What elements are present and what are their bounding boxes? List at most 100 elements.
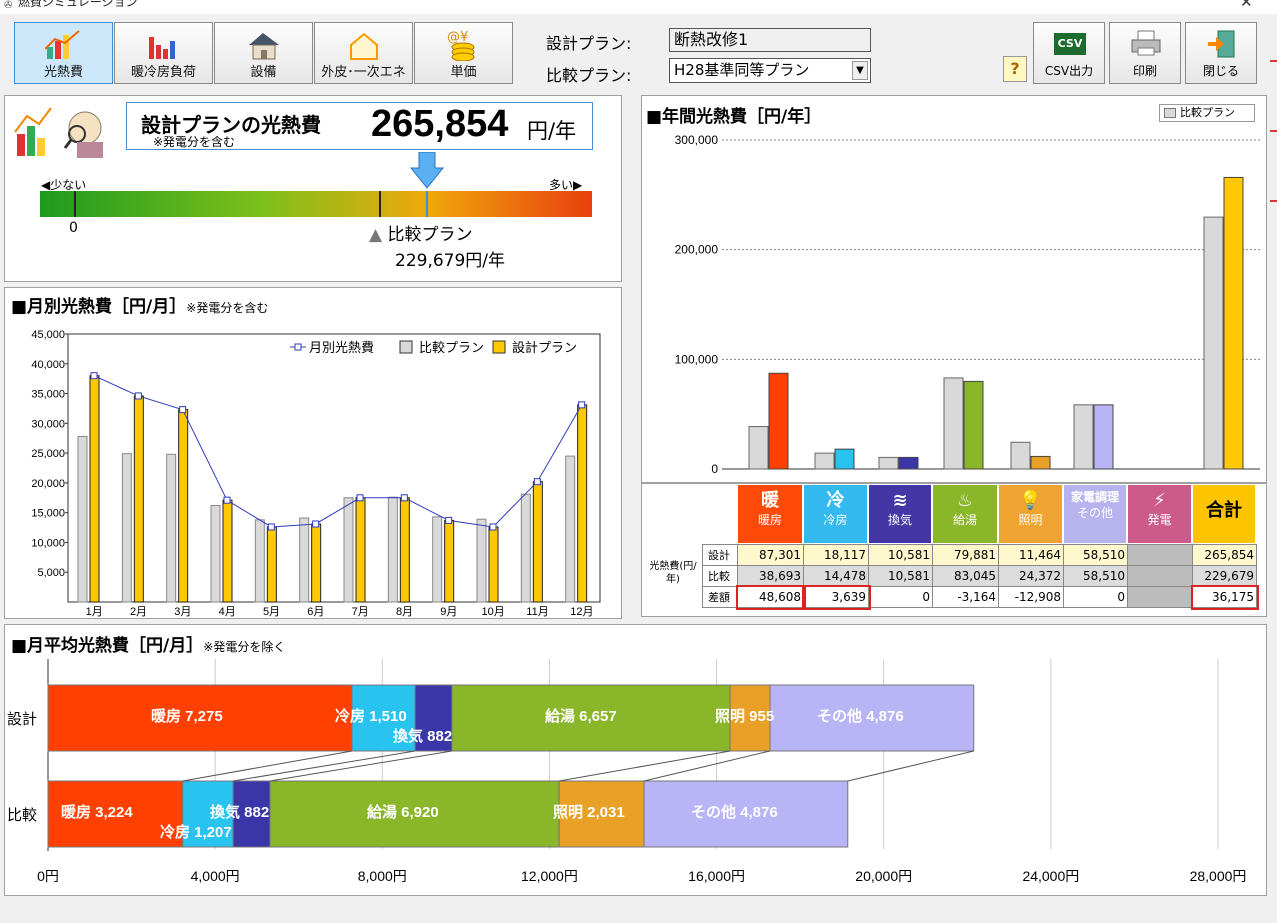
- tab-label: 外皮･一次エネ: [321, 65, 406, 80]
- summary-box: 設計プランの光熱費 ※発電分を含む 265,854 円/年: [126, 102, 593, 150]
- annual-legend: 比較プラン: [1159, 104, 1255, 122]
- tab-danreibo[interactable]: 暖冷房負荷: [114, 22, 213, 84]
- x-tick-label: 16,000円: [688, 868, 745, 884]
- tab-label: 暖冷房負荷: [130, 65, 196, 80]
- segment-label: 冷房 1,207: [160, 823, 232, 841]
- series-point: [578, 401, 586, 409]
- category-冷房: 冷冷房: [803, 484, 868, 544]
- close-window-icon[interactable]: ✕: [1240, 0, 1253, 10]
- bar-design: [266, 526, 277, 603]
- category-icon: 合計: [1206, 500, 1242, 521]
- print-button[interactable]: 印刷: [1109, 22, 1181, 84]
- row-label: 比較: [7, 806, 37, 824]
- bar-compare: [77, 435, 88, 603]
- category-label: 換気: [887, 513, 912, 527]
- bar-design: [532, 481, 543, 603]
- segment-label: 給湯 6,657: [545, 707, 617, 725]
- bar-design: [1030, 455, 1051, 470]
- tab-setsubi[interactable]: 設備: [214, 22, 313, 84]
- row-label: 比較: [702, 565, 738, 587]
- compare-plan-select[interactable]: H28基準同等プラン ▼: [669, 58, 871, 83]
- bar-compare: [943, 377, 964, 470]
- cost-table: 設計 87,301 18,117 10,581 79,881 11,464 58,510 26…: [702, 544, 1268, 616]
- series-point: [267, 523, 275, 531]
- house-solar-icon: [249, 33, 279, 60]
- x-tick-label: 2月: [130, 606, 147, 618]
- segment-label: 給湯 6,920: [367, 803, 439, 821]
- tab-kounetsuhi[interactable]: 光熱費: [14, 22, 113, 84]
- y-tick-label: 45,000: [31, 329, 65, 341]
- bar-design: [444, 519, 455, 603]
- x-tick-label: 7月: [352, 606, 369, 618]
- table-cell: 24,372: [998, 565, 1064, 587]
- series-point: [223, 496, 231, 504]
- csv-icon: CSV: [1054, 33, 1086, 55]
- table-cell: 58,510: [1063, 544, 1128, 566]
- row-label: 差額: [702, 586, 738, 608]
- table-cell: 10,581: [868, 565, 933, 587]
- help-button[interactable]: ?: [1003, 56, 1027, 82]
- bar-compare: [565, 455, 576, 603]
- x-tick-label: 4月: [219, 606, 236, 618]
- monthly-title: ■月別光熱費［円/月］※発電分を含む: [11, 297, 269, 317]
- x-tick-label: 12,000円: [521, 868, 578, 884]
- bar-compare: [520, 493, 531, 603]
- y-tick-label: 5,000: [37, 567, 65, 579]
- x-tick-label: 3月: [174, 606, 191, 618]
- table-cell: 10,581: [868, 544, 933, 566]
- avg-panel: ■月平均光熱費［円/月］※発電分を除く 設計 比較 暖房 7,275 冷房 1,510…: [4, 624, 1267, 896]
- app-icon: ✇: [4, 0, 13, 11]
- design-plan-label: 設計プラン:: [546, 34, 632, 53]
- table-cell: 18,117: [803, 544, 869, 566]
- compare-plan-value: H28基準同等プラン: [674, 61, 810, 79]
- design-plan-field[interactable]: 断熱改修1: [669, 28, 871, 52]
- csv-export-label: CSV出力: [1044, 64, 1094, 78]
- category-icon: 冷: [826, 490, 845, 511]
- y-tick-label: 25,000: [31, 448, 65, 460]
- bar-design: [222, 499, 233, 603]
- bar-compare: [210, 505, 221, 603]
- x-tick-label: 11月: [526, 606, 548, 618]
- triangle-up-icon: ▲: [369, 225, 383, 245]
- legend-label: 設計プラン: [512, 340, 577, 355]
- category-換気: ≋ 換気: [868, 484, 932, 544]
- tab-tanka[interactable]: @¥ 単価: [414, 22, 513, 84]
- x-tick-label: 8,000円: [358, 868, 407, 884]
- tab-gaihi[interactable]: 外皮･一次エネ: [314, 22, 413, 84]
- segment-label: 照明 955: [715, 708, 774, 725]
- bar-compare: [387, 496, 398, 603]
- table-cell: 11,464: [998, 544, 1064, 566]
- csv-export-button[interactable]: CSV CSV出力: [1033, 22, 1105, 84]
- bar-compare: [299, 517, 310, 603]
- bar-design: [133, 395, 144, 603]
- category-暖房: 暖暖房: [737, 484, 803, 544]
- bar-compare: [878, 456, 899, 470]
- y-tick-label: 200,000: [675, 243, 719, 257]
- legend-point: [294, 343, 302, 351]
- table-cell: 3,639: [801, 584, 871, 610]
- y-tick-label: 15,000: [31, 508, 65, 520]
- bar-compare: [254, 519, 265, 603]
- bar-compare: [1203, 216, 1224, 470]
- table-cell: 87,301: [737, 544, 804, 566]
- bar-compare: [476, 518, 487, 603]
- close-button[interactable]: 閉じる: [1185, 22, 1257, 84]
- y-tick-label: 10,000: [31, 537, 65, 549]
- monthly-panel: ■月別光熱費［円/月］※発電分を含む 45,000 40,000 35,000 30,…: [4, 287, 622, 619]
- bar-design: [488, 526, 499, 603]
- category-label: 給湯: [952, 513, 977, 527]
- table-cell: 38,693: [737, 565, 804, 587]
- bar-design: [311, 523, 322, 603]
- avg-title: ■月平均光熱費［円/月］※発電分を除く: [11, 636, 286, 656]
- x-tick-label: 8月: [396, 606, 413, 618]
- legend-label: 比較プラン: [419, 340, 484, 355]
- bar-design: [399, 497, 410, 603]
- bar-compare: [432, 516, 443, 603]
- series-point: [489, 523, 497, 531]
- chevron-down-icon[interactable]: ▼: [852, 61, 868, 80]
- illustration-icon: [14, 107, 103, 158]
- x-tick-label: 1月: [86, 606, 103, 618]
- monthly-chart: 45,000 40,000 35,000 30,000 25,000 20,000 15,0…: [31, 329, 601, 618]
- x-tick-label: 4,000円: [191, 868, 240, 884]
- legend-label: 月別光熱費: [309, 340, 374, 355]
